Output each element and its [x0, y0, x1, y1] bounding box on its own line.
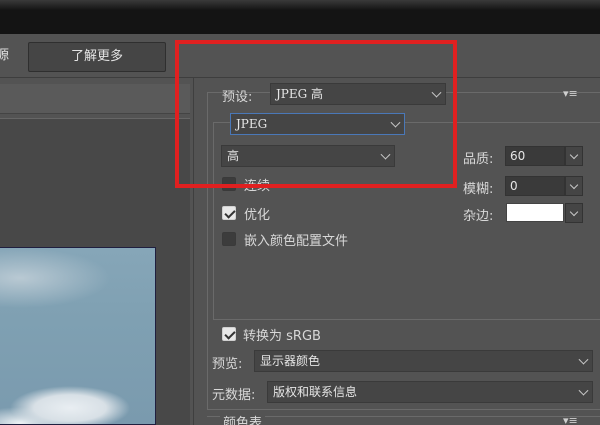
- panel-menu-icon[interactable]: ▾≡: [563, 87, 578, 100]
- metadata-value: 版权和联系信息: [273, 385, 358, 399]
- color-table-divider: [207, 416, 600, 417]
- optimized-label: 优化: [244, 208, 271, 223]
- sky-cloud-image: [0, 248, 155, 424]
- chevron-down-icon: [578, 385, 589, 396]
- quality-input[interactable]: 60: [505, 146, 565, 166]
- matte-label: 杂边:: [463, 209, 494, 224]
- preview-tab-strip[interactable]: [0, 84, 190, 114]
- blur-label: 模糊:: [463, 182, 494, 197]
- metadata-dropdown[interactable]: 版权和联系信息: [267, 381, 593, 403]
- convert-srgb-label: 转换为 sRGB: [243, 329, 321, 344]
- matte-dropdown-button[interactable]: [565, 203, 583, 223]
- chevron-down-icon: [578, 354, 589, 365]
- blur-stepper[interactable]: [565, 176, 583, 196]
- chevron-down-icon: [569, 207, 579, 217]
- chevron-down-icon: [569, 180, 579, 190]
- convert-srgb-checkbox[interactable]: [222, 327, 236, 341]
- preview-label: 预览:: [212, 357, 243, 372]
- matte-color-swatch[interactable]: [506, 203, 564, 222]
- quality-label: 品质:: [463, 152, 494, 167]
- chevron-down-icon: [569, 150, 579, 160]
- embed-profile-checkbox[interactable]: [222, 232, 236, 246]
- color-table-header[interactable]: 颜色表: [220, 412, 266, 425]
- metadata-label: 元数据:: [212, 388, 256, 403]
- embed-profile-label: 嵌入颜色配置文件: [244, 234, 349, 249]
- optimized-checkbox[interactable]: [222, 206, 236, 220]
- quality-stepper[interactable]: [565, 146, 583, 166]
- preview-dropdown[interactable]: 显示器颜色: [254, 350, 593, 372]
- title-bar-highlight: [0, 0, 600, 10]
- blur-input[interactable]: 0: [505, 176, 565, 196]
- image-preview[interactable]: [0, 247, 156, 425]
- learn-more-button[interactable]: 了解更多: [28, 42, 166, 72]
- toolbar-partial-label: 源: [0, 48, 10, 63]
- annotation-highlight-box: [175, 40, 457, 188]
- preview-value: 显示器颜色: [260, 354, 321, 368]
- color-table-menu-icon[interactable]: ▾≡: [563, 414, 578, 425]
